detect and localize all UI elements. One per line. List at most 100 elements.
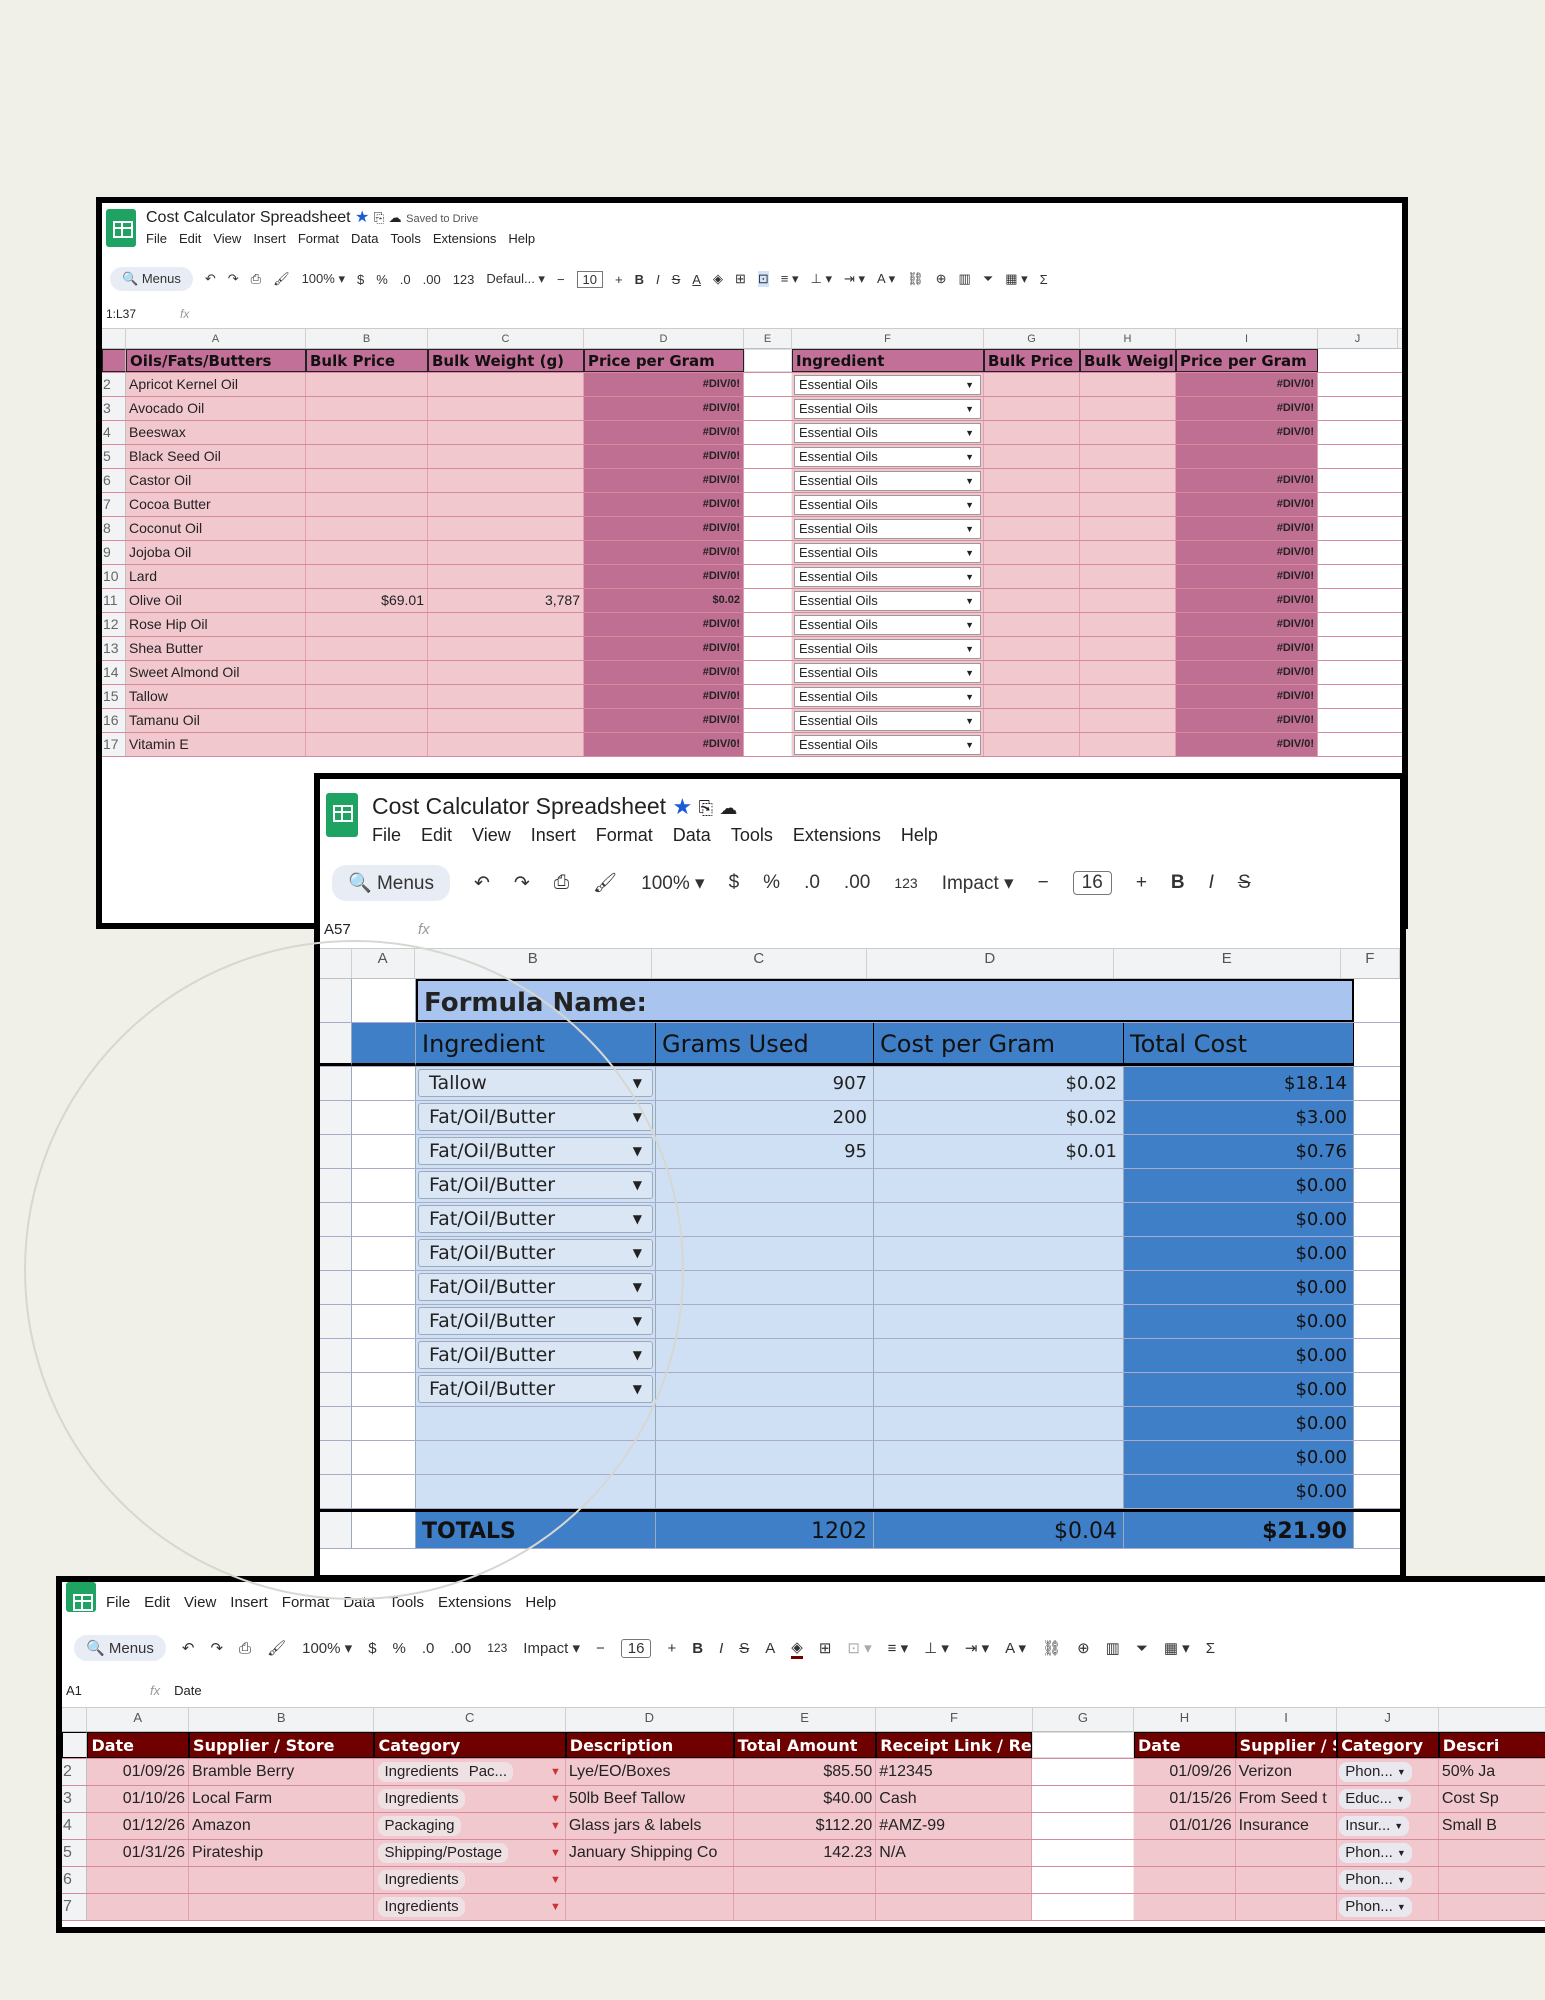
price-per-gram-cell[interactable]: #DIV/0! [584, 541, 744, 564]
header-cell[interactable]: Date [87, 1732, 190, 1758]
spacer-cell[interactable] [352, 1339, 416, 1372]
ingredient-cell[interactable]: Castor Oil [126, 469, 306, 492]
category-chip[interactable]: Ingredients [378, 1897, 465, 1917]
date-cell-right[interactable]: 01/15/26 [1134, 1786, 1236, 1812]
grams-used-cell[interactable] [656, 1237, 874, 1270]
cost-per-gram-cell[interactable] [874, 1475, 1124, 1508]
header-cell[interactable]: Descri [1438, 1732, 1545, 1758]
ingredient-cell[interactable]: Jojoba Oil [126, 541, 306, 564]
font-size-input[interactable]: 10 [576, 270, 604, 288]
total-cost-cell[interactable]: $3.00 [1124, 1101, 1354, 1134]
date-cell-right[interactable] [1134, 1894, 1236, 1920]
name-box[interactable]: A1 [66, 1683, 136, 1698]
category-chip[interactable]: Ingredients Pac... [378, 1762, 514, 1782]
column-header[interactable]: I [1236, 1708, 1338, 1731]
header-cell[interactable]: Bulk Price [306, 349, 428, 372]
ingredient-dropdown-cell[interactable]: Essential Oils [792, 733, 984, 756]
description-cell[interactable] [565, 1894, 734, 1920]
price-per-gram-cell[interactable]: #DIV/0! [1176, 517, 1318, 540]
gap-cell[interactable] [744, 469, 792, 492]
merge-cells-icon[interactable]: ⊡ [757, 271, 769, 287]
italic-icon[interactable]: I [719, 1640, 723, 1657]
grams-used-cell[interactable]: 95 [656, 1135, 874, 1168]
date-cell[interactable]: 01/09/26 [87, 1759, 190, 1785]
ingredient-dropdown-cell[interactable]: Essential Oils [792, 709, 984, 732]
date-cell[interactable]: 01/31/26 [87, 1840, 190, 1866]
grams-used-cell[interactable]: 200 [656, 1101, 874, 1134]
amount-cell[interactable] [733, 1894, 877, 1920]
ingredient-cell[interactable]: Cocoa Butter [126, 493, 306, 516]
price-per-gram-cell[interactable]: #DIV/0! [1176, 541, 1318, 564]
header-cell[interactable]: Grams Used [656, 1023, 874, 1066]
zoom-select[interactable]: 100% ▾ [302, 1639, 352, 1657]
redo-icon[interactable]: ↷ [514, 872, 530, 895]
supplier-cell-right[interactable] [1235, 1867, 1338, 1893]
paint-format-icon[interactable]: 🖌 [267, 1639, 286, 1657]
bulk-weight-cell[interactable] [428, 565, 584, 588]
doc-title[interactable]: Cost Calculator Spreadsheet [146, 209, 351, 226]
bulk-price-cell[interactable] [306, 445, 428, 468]
link-icon[interactable]: ⛓ [1042, 1639, 1061, 1657]
undo-icon[interactable]: ↶ [474, 872, 490, 895]
date-cell-right[interactable]: 01/01/26 [1134, 1813, 1236, 1839]
ingredient-dropdown[interactable]: Essential Oils [794, 711, 981, 731]
total-cost-cell[interactable]: $0.00 [1124, 1407, 1354, 1440]
bulk-weight-cell[interactable] [428, 421, 584, 444]
spacer-cell[interactable] [352, 1441, 416, 1474]
header-cell[interactable]: Supplier / Store [189, 1732, 375, 1758]
gap-cell[interactable] [744, 397, 792, 420]
menu-file[interactable]: File [146, 231, 167, 246]
ingredient-dropdown[interactable]: Fat/Oil/Butter ▼ [418, 1171, 653, 1199]
amount-cell[interactable]: $112.20 [733, 1813, 877, 1839]
gap-cell[interactable] [1032, 1840, 1135, 1866]
price-per-gram-cell[interactable]: #DIV/0! [584, 613, 744, 636]
bulk-weight-cell[interactable] [1080, 589, 1176, 612]
move-folder-icon[interactable]: ⎘ [699, 798, 713, 818]
totals-label[interactable]: TOTALS [416, 1512, 656, 1548]
zoom-select[interactable]: 100% ▾ [641, 872, 704, 895]
ingredient-dropdown[interactable]: Essential Oils [794, 471, 981, 491]
gap-cell[interactable] [744, 709, 792, 732]
price-per-gram-cell[interactable]: #DIV/0! [584, 637, 744, 660]
category-chip-right[interactable]: Phon... ▼ [1339, 1870, 1412, 1890]
price-per-gram-cell[interactable]: $0.02 [584, 589, 744, 612]
doc-title[interactable]: Cost Calculator Spreadsheet [372, 793, 666, 819]
text-color-icon[interactable]: A [692, 272, 701, 287]
bulk-price-cell[interactable] [984, 613, 1080, 636]
menu-data[interactable]: Data [673, 825, 711, 846]
filter-icon[interactable]: ⏷ [983, 271, 993, 287]
ingredient-cell[interactable]: Fat/Oil/Butter ▼ [416, 1203, 656, 1236]
spacer-cell[interactable] [352, 1271, 416, 1304]
bulk-weight-cell[interactable] [428, 493, 584, 516]
price-per-gram-cell[interactable]: #DIV/0! [1176, 469, 1318, 492]
description-cell-right[interactable]: Small B [1438, 1813, 1545, 1839]
total-cost-cell[interactable]: $0.00 [1124, 1237, 1354, 1270]
price-per-gram-cell[interactable]: #DIV/0! [584, 445, 744, 468]
bulk-price-cell[interactable] [984, 685, 1080, 708]
price-per-gram-cell[interactable]: #DIV/0! [1176, 709, 1318, 732]
ingredient-cell[interactable]: Sweet Almond Oil [126, 661, 306, 684]
undo-icon[interactable]: ↶ [182, 1639, 195, 1657]
ingredient-dropdown-cell[interactable]: Essential Oils [792, 421, 984, 444]
bulk-price-cell[interactable] [984, 637, 1080, 660]
chevron-down-icon[interactable]: ▼ [550, 1894, 561, 1920]
category-cell[interactable]: Shipping/Postage ▼ [374, 1840, 566, 1866]
category-chip[interactable]: Ingredients [378, 1789, 465, 1809]
spacer-cell[interactable] [352, 979, 416, 1022]
description-cell-right[interactable] [1438, 1840, 1545, 1866]
totals-total-cost[interactable]: $21.90 [1124, 1512, 1354, 1548]
menu-file[interactable]: File [372, 825, 401, 846]
ingredient-dropdown[interactable]: Essential Oils [794, 735, 981, 755]
ingredient-dropdown-cell[interactable]: Essential Oils [792, 397, 984, 420]
ingredient-cell[interactable]: Black Seed Oil [126, 445, 306, 468]
ingredient-dropdown[interactable]: Essential Oils [794, 591, 981, 611]
price-per-gram-cell[interactable]: #DIV/0! [584, 373, 744, 396]
chevron-down-icon[interactable]: ▼ [550, 1867, 561, 1893]
bulk-weight-cell[interactable] [428, 517, 584, 540]
column-header[interactable]: F [792, 329, 984, 348]
formula-value[interactable]: Date [174, 1683, 201, 1698]
date-cell[interactable] [87, 1894, 190, 1920]
cost-per-gram-cell[interactable]: $0.01 [874, 1135, 1124, 1168]
bulk-weight-cell[interactable] [1080, 421, 1176, 444]
search-menus-input[interactable]: 🔍 Menus [110, 267, 193, 291]
